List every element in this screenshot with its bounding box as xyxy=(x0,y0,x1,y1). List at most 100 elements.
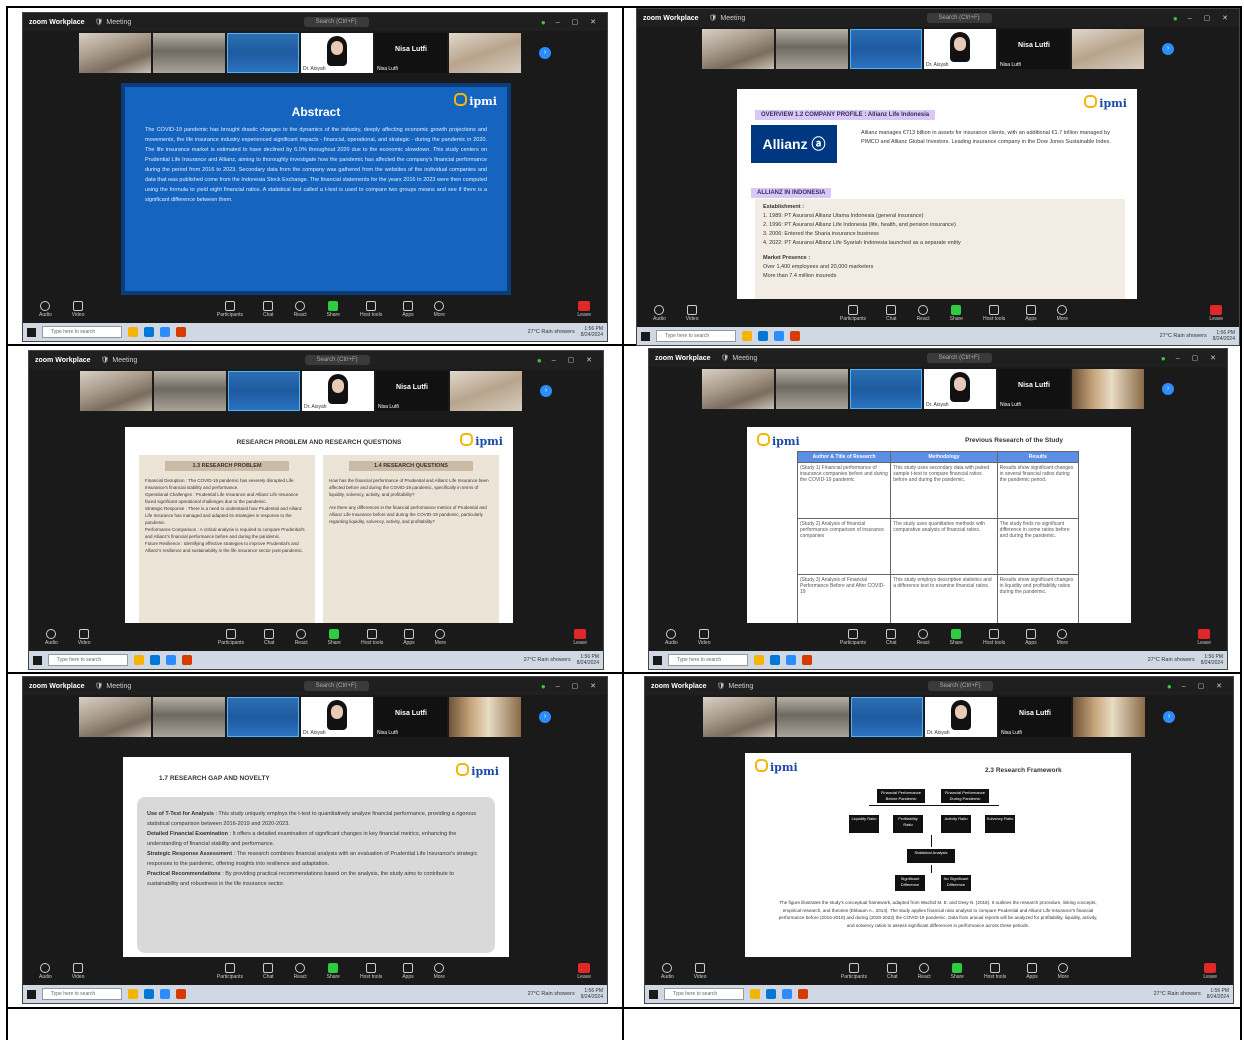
react-button[interactable]: React xyxy=(917,304,930,322)
participant-video[interactable] xyxy=(80,371,152,411)
taskbar-search[interactable]: Type here to search xyxy=(42,326,122,338)
participant-video-active[interactable] xyxy=(850,29,922,69)
powerpoint-icon[interactable] xyxy=(182,655,192,665)
powerpoint-icon[interactable] xyxy=(798,989,808,999)
zoom-app-icon[interactable] xyxy=(160,989,170,999)
participant-video[interactable] xyxy=(79,697,151,737)
audio-button[interactable]: Audio xyxy=(661,962,674,980)
participants-button[interactable]: Participants xyxy=(217,962,243,980)
windows-start-icon[interactable] xyxy=(649,989,658,999)
participant-video[interactable] xyxy=(450,371,522,411)
powerpoint-icon[interactable] xyxy=(790,331,800,341)
host-tools-button[interactable]: Host tools xyxy=(360,962,382,980)
search-input[interactable]: Search (Ctrl+F) xyxy=(303,17,369,27)
powerpoint-icon[interactable] xyxy=(176,327,186,337)
leave-button[interactable]: Leave xyxy=(573,628,587,646)
file-explorer-icon[interactable] xyxy=(134,655,144,665)
security-icon[interactable]: ● xyxy=(537,356,542,365)
more-button[interactable]: More xyxy=(1057,628,1068,646)
file-explorer-icon[interactable] xyxy=(128,989,138,999)
participant-video[interactable] xyxy=(702,369,774,409)
more-button[interactable]: More xyxy=(434,300,445,318)
chat-button[interactable]: Chat xyxy=(263,962,274,980)
host-tools-button[interactable]: Host tools xyxy=(360,300,382,318)
window-controls[interactable]: – ▢ ✕ xyxy=(1176,354,1221,362)
chat-button[interactable]: Chat xyxy=(886,628,897,646)
more-button[interactable]: More xyxy=(1057,304,1068,322)
chat-button[interactable]: Chat xyxy=(886,304,897,322)
weather-status[interactable]: 27°C Rain showers xyxy=(528,991,575,997)
powerpoint-icon[interactable] xyxy=(802,655,812,665)
leave-button[interactable]: Leave xyxy=(1209,304,1223,322)
participant-tile-nisa[interactable]: Nisa Lutfi Nisa Lutfi xyxy=(998,369,1070,409)
audio-button[interactable]: Audio xyxy=(45,628,58,646)
more-button[interactable]: More xyxy=(434,962,445,980)
video-button[interactable]: Video xyxy=(698,628,711,646)
share-button[interactable]: Share xyxy=(951,962,964,980)
powerpoint-icon[interactable] xyxy=(176,989,186,999)
participant-video[interactable] xyxy=(776,29,848,69)
edge-icon[interactable] xyxy=(144,327,154,337)
participant-video-active[interactable] xyxy=(228,371,300,411)
video-button[interactable]: Video xyxy=(72,300,85,318)
system-clock[interactable]: 1:56 PM 8/24/2024 xyxy=(1213,330,1235,342)
participant-video[interactable]: Dr. Aisyah xyxy=(301,697,373,737)
security-icon[interactable]: ● xyxy=(1161,354,1166,363)
next-page-arrow-icon[interactable]: › xyxy=(540,385,552,397)
edge-icon[interactable] xyxy=(144,989,154,999)
security-icon[interactable]: ● xyxy=(541,682,546,691)
audio-button[interactable]: Audio xyxy=(39,962,52,980)
window-controls[interactable]: – ▢ ✕ xyxy=(1182,682,1227,690)
windows-start-icon[interactable] xyxy=(27,989,36,999)
weather-status[interactable]: 27°C Rain showers xyxy=(528,329,575,335)
window-controls[interactable]: – ▢ ✕ xyxy=(556,18,601,26)
edge-icon[interactable] xyxy=(770,655,780,665)
react-button[interactable]: React xyxy=(295,628,308,646)
leave-button[interactable]: Leave xyxy=(577,962,591,980)
video-button[interactable]: Video xyxy=(78,628,91,646)
react-button[interactable]: React xyxy=(917,628,930,646)
search-input[interactable]: Search (Ctrl+F) xyxy=(304,355,370,365)
participant-video[interactable] xyxy=(79,33,151,73)
meeting-menu[interactable]: 🛡 Meeting xyxy=(721,354,758,363)
security-icon[interactable]: ● xyxy=(541,18,546,27)
file-explorer-icon[interactable] xyxy=(128,327,138,337)
meeting-menu[interactable]: 🛡 Meeting xyxy=(101,356,138,365)
participant-video-active[interactable] xyxy=(850,369,922,409)
participant-video-active[interactable] xyxy=(227,33,299,73)
next-page-arrow-icon[interactable]: › xyxy=(1162,43,1174,55)
zoom-app-icon[interactable] xyxy=(782,989,792,999)
windows-start-icon[interactable] xyxy=(33,655,42,665)
weather-status[interactable]: 27°C Rain showers xyxy=(1160,333,1207,339)
video-button[interactable]: Video xyxy=(694,962,707,980)
leave-button[interactable]: Leave xyxy=(1203,962,1217,980)
participant-video-active[interactable] xyxy=(227,697,299,737)
system-clock[interactable]: 1:56 PM 8/24/2024 xyxy=(581,988,603,1000)
windows-start-icon[interactable] xyxy=(653,655,662,665)
participant-video-active[interactable] xyxy=(851,697,923,737)
file-explorer-icon[interactable] xyxy=(754,655,764,665)
share-button[interactable]: Share xyxy=(327,962,340,980)
participant-video[interactable] xyxy=(1072,29,1144,69)
taskbar-search[interactable]: Type here to search xyxy=(668,654,748,666)
apps-button[interactable]: Apps xyxy=(403,628,415,646)
participant-video[interactable] xyxy=(702,29,774,69)
meeting-menu[interactable]: 🛡 Meeting xyxy=(709,14,746,23)
search-input[interactable]: Search (Ctrl+F) xyxy=(303,681,369,691)
host-tools-button[interactable]: Host tools xyxy=(361,628,383,646)
participant-video[interactable]: Dr. Aisyah xyxy=(925,697,997,737)
participants-button[interactable]: Participants xyxy=(841,962,867,980)
react-button[interactable]: React xyxy=(294,962,307,980)
participant-video[interactable]: Dr. Aisyah xyxy=(924,29,996,69)
leave-button[interactable]: Leave xyxy=(1197,628,1211,646)
meeting-menu[interactable]: 🛡 Meeting xyxy=(717,682,754,691)
participant-tile-nisa[interactable]: Nisa Lutfi Nisa Lutfi xyxy=(375,33,447,73)
search-input[interactable]: Search (Ctrl+F) xyxy=(927,681,993,691)
participant-video[interactable]: Dr. Aisyah xyxy=(301,33,373,73)
apps-button[interactable]: Apps xyxy=(402,300,414,318)
file-explorer-icon[interactable] xyxy=(742,331,752,341)
host-tools-button[interactable]: Host tools xyxy=(983,304,1005,322)
search-input[interactable]: Search (Ctrl+F) xyxy=(926,13,992,23)
security-icon[interactable]: ● xyxy=(1173,14,1178,23)
participants-button[interactable]: Participants xyxy=(218,628,244,646)
